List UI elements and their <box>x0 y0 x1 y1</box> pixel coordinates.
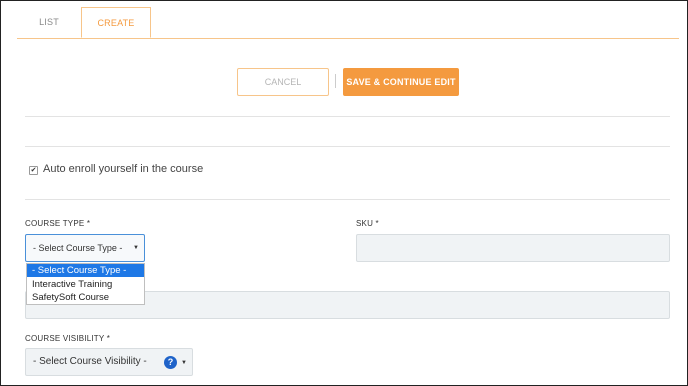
sku-input[interactable] <box>356 234 670 262</box>
tab-list[interactable]: LIST <box>17 7 81 38</box>
course-type-dropdown: - Select Course Type - Interactive Train… <box>26 263 145 305</box>
course-visibility-selected-value: - Select Course Visibility - <box>33 356 147 367</box>
save-continue-edit-button[interactable]: SAVE & CONTINUE EDIT <box>343 68 459 96</box>
course-type-option[interactable]: SafetySoft Course <box>27 291 144 304</box>
course-visibility-label: COURSE VISIBILITY * <box>25 334 111 343</box>
course-visibility-select[interactable]: - Select Course Visibility - ? ▼ <box>25 348 193 376</box>
chevron-down-icon: ▼ <box>181 360 187 366</box>
course-type-option[interactable]: - Select Course Type - <box>27 264 144 277</box>
divider <box>25 116 670 117</box>
divider <box>25 146 670 147</box>
auto-enroll-checkbox[interactable]: ✔ <box>29 166 38 175</box>
course-type-label: COURSE TYPE * <box>25 219 91 228</box>
cancel-button[interactable]: CANCEL <box>237 68 329 96</box>
chevron-down-icon: ▼ <box>133 245 139 251</box>
sku-label: SKU * <box>356 219 379 228</box>
tab-bar: LIST CREATE <box>17 7 679 39</box>
create-course-panel: LIST CREATE CANCEL SAVE & CONTINUE EDIT … <box>0 0 688 386</box>
divider <box>25 199 670 200</box>
course-type-select[interactable]: - Select Course Type - ▼ <box>25 234 145 262</box>
help-icon[interactable]: ? <box>164 356 177 369</box>
course-type-option[interactable]: Interactive Training <box>27 278 144 291</box>
auto-enroll-label: Auto enroll yourself in the course <box>43 163 204 175</box>
tab-create[interactable]: CREATE <box>81 7 151 38</box>
course-type-selected-value: - Select Course Type - <box>33 243 123 253</box>
button-separator <box>335 74 336 88</box>
